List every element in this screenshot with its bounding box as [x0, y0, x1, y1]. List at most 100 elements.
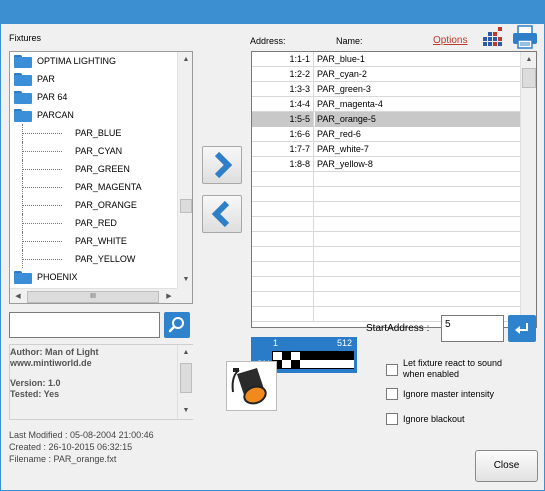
grid-address-cell [252, 277, 314, 292]
tree-folder-row[interactable]: PAR [10, 70, 178, 88]
grid-row[interactable]: 1:3-3 PAR_green-3 [252, 82, 520, 97]
ignore-blackout-checkbox[interactable] [386, 413, 398, 425]
tree-fixture-row[interactable]: PAR_CYAN [10, 142, 178, 160]
tree-folder-row[interactable]: PAR 64 [10, 88, 178, 106]
grid-name-cell [315, 172, 520, 187]
grid-row[interactable]: 1:1-1 PAR_blue-1 [252, 52, 520, 67]
tree-folder-row[interactable]: OPTIMA LIGHTING [10, 52, 178, 70]
address-header: Address: [250, 36, 286, 46]
grid-row[interactable]: 1:5-5 PAR_orange-5 [252, 112, 520, 127]
arrow-right-icon [214, 151, 233, 179]
info-vscroll-thumb[interactable] [180, 363, 192, 393]
scroll-down-icon[interactable]: ▼ [178, 272, 192, 288]
folder-icon [14, 55, 32, 68]
grid-row[interactable] [252, 217, 520, 232]
grid-name-cell [315, 217, 520, 232]
dip-switch-top [300, 352, 309, 360]
tree-fixture-row[interactable]: PAR_YELLOW [10, 250, 178, 268]
dip-switch-top [309, 352, 318, 360]
search-button[interactable] [164, 312, 190, 338]
print-button[interactable] [512, 25, 538, 49]
fixture-tree[interactable]: OPTIMA LIGHTING PAR PAR 64 PARCAN PAR_BLUE PA… [9, 51, 193, 304]
title-bar[interactable] [0, 0, 545, 24]
tree-fixture-row[interactable]: PAR_MAGENTA [10, 178, 178, 196]
tree-vscroll-thumb[interactable] [180, 199, 192, 213]
dialog-client: Fixtures OPTIMA LIGHTING PAR PAR 64 PARCAN P… [1, 24, 544, 490]
dip-switch-top [318, 352, 327, 360]
grid-row[interactable] [252, 232, 520, 247]
grid-address-cell: 1:8-8 [252, 157, 314, 172]
tree-folder-row[interactable]: PARCAN [10, 106, 178, 124]
scroll-up-icon[interactable]: ▲ [178, 52, 192, 68]
grid-vscroll[interactable]: ▲ ▼ [520, 52, 536, 327]
dip-switch-bottom [300, 360, 309, 368]
grid-name-cell [315, 292, 520, 307]
grid-view-button[interactable] [481, 27, 505, 49]
grid-row[interactable] [252, 172, 520, 187]
tree-hscroll-thumb[interactable]: III [27, 291, 159, 303]
grid-row[interactable] [252, 262, 520, 277]
grid-row[interactable] [252, 277, 520, 292]
dip-switch-top [273, 352, 282, 360]
grid-address-cell: 1:7-7 [252, 142, 314, 157]
grid-row[interactable] [252, 292, 520, 307]
grid-name-cell: PAR_yellow-8 [317, 159, 373, 169]
grid-row[interactable] [252, 187, 520, 202]
scroll-up-icon[interactable]: ▲ [178, 345, 194, 361]
grid-name-cell [315, 262, 520, 277]
tree-hscroll[interactable]: ◀ III ▶ [10, 288, 177, 303]
grid-row[interactable]: 1:6-6 PAR_red-6 [252, 127, 520, 142]
grid-name-cell: PAR_blue-1 [317, 54, 365, 64]
grid-address-cell [252, 262, 314, 277]
folder-icon [14, 91, 32, 104]
grid-row[interactable]: 1:7-7 PAR_white-7 [252, 142, 520, 157]
tree-fixture-row[interactable]: PAR_WHITE [10, 232, 178, 250]
tree-fixture-label: PAR_RED [75, 218, 117, 228]
start-address-input[interactable]: 5 [441, 315, 504, 342]
tree-fixture-row[interactable]: PAR_BLUE [10, 124, 178, 142]
grid-address-cell: 1:5-5 [252, 112, 314, 127]
enter-icon [515, 323, 528, 334]
created-text: Created : 26-10-2015 06:32:15 [9, 442, 133, 452]
grid-row[interactable]: 1:4-4 PAR_magenta-4 [252, 97, 520, 112]
tree-fixture-row[interactable]: PAR_ORANGE [10, 196, 178, 214]
scroll-right-icon[interactable]: ▶ [161, 289, 177, 303]
ignore-master-checkbox[interactable] [386, 388, 398, 400]
dip-switch-top [345, 352, 354, 360]
scroll-left-icon[interactable]: ◀ [10, 289, 26, 303]
apply-address-button[interactable] [508, 315, 536, 342]
scroll-up-icon[interactable]: ▲ [521, 52, 536, 68]
grid-row[interactable] [252, 247, 520, 262]
tree-fixture-row[interactable]: PAR_RED [10, 214, 178, 232]
grid-vscroll-thumb[interactable] [522, 68, 536, 88]
close-button[interactable]: Close [475, 450, 538, 482]
tree-folder-label: PAR 64 [37, 92, 68, 102]
tree-folder-row[interactable]: PHOENIX [10, 268, 178, 286]
grid-name-cell: PAR_red-6 [317, 129, 361, 139]
grid-address-cell: 1:2-2 [252, 67, 314, 82]
dip-switch-bottom [327, 360, 336, 368]
scroll-down-icon[interactable]: ▼ [178, 403, 194, 419]
patch-grid[interactable]: 1:1-1 PAR_blue-1 1:2-2 PAR_cyan-2 1:3-3 PAR_g… [251, 51, 537, 328]
grid-row[interactable]: 1:2-2 PAR_cyan-2 [252, 67, 520, 82]
grid-address-cell: 1:4-4 [252, 97, 314, 112]
grid-row[interactable]: 1:8-8 PAR_yellow-8 [252, 157, 520, 172]
fixture-info-box: Author: Man of Light www.mintiworld.de V… [9, 344, 193, 420]
info-vscroll[interactable]: ▲ ▼ [177, 345, 193, 419]
react-sound-label: Let fixture react to sound when enabled [403, 358, 503, 379]
folder-icon [14, 109, 32, 122]
search-input[interactable] [9, 312, 160, 338]
grid-row[interactable] [252, 202, 520, 217]
add-fixture-button[interactable] [202, 146, 242, 184]
dip-max-label: 512 [337, 338, 353, 348]
tree-fixture-row[interactable]: PAR_GREEN [10, 160, 178, 178]
folder-icon [14, 271, 32, 284]
tree-fixture-label: PAR_WHITE [75, 236, 127, 246]
dip-switch-bottom [282, 360, 291, 368]
options-link[interactable]: Options [433, 35, 467, 46]
react-sound-checkbox[interactable] [386, 364, 398, 376]
last-modified-text: Last Modified : 05-08-2004 21:00:46 [9, 430, 154, 440]
remove-fixture-button[interactable] [202, 195, 242, 233]
fixture-dialog: Fixtures OPTIMA LIGHTING PAR PAR 64 PARCAN P… [0, 0, 545, 491]
tree-vscroll[interactable]: ▲ ▼ [177, 52, 192, 288]
